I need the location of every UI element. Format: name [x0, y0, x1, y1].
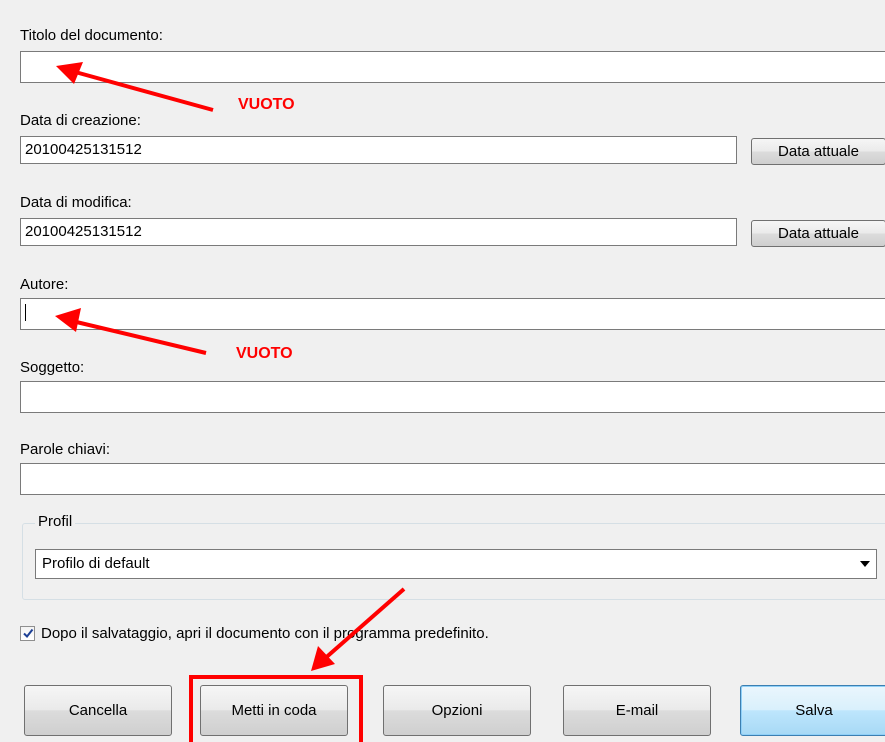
save-button[interactable]: Salva [740, 685, 885, 736]
title-label: Titolo del documento: [20, 27, 163, 44]
modified-current-date-button[interactable]: Data attuale [751, 220, 885, 247]
profile-select[interactable]: Profilo di default [35, 549, 877, 579]
document-properties-dialog: Titolo del documento: Data di creazione:… [0, 0, 885, 742]
options-button[interactable]: Opzioni [383, 685, 531, 736]
author-label: Autore: [20, 276, 69, 293]
creation-current-date-button[interactable]: Data attuale [751, 138, 885, 165]
check-icon [23, 628, 34, 639]
chevron-down-icon[interactable] [860, 561, 870, 567]
open-after-save-label: Dopo il salvataggio, apri il documento c… [41, 625, 489, 642]
open-after-save-checkbox[interactable] [20, 626, 35, 641]
keywords-label: Parole chiavi: [20, 441, 111, 458]
annotation-empty-title: VUOTO [238, 96, 295, 113]
author-input[interactable] [20, 298, 885, 330]
text-caret [25, 303, 26, 321]
queue-button[interactable]: Metti in coda [200, 685, 348, 736]
annotation-empty-author: VUOTO [236, 345, 293, 362]
creation-date-label: Data di creazione: [20, 112, 141, 129]
subject-input[interactable] [20, 381, 885, 413]
cancel-button[interactable]: Cancella [24, 685, 172, 736]
profile-group-label: Profil [35, 513, 76, 530]
profile-select-value: Profilo di default [42, 555, 150, 572]
creation-date-input[interactable]: 20100425131512 [20, 136, 737, 164]
modified-date-input[interactable]: 20100425131512 [20, 218, 737, 246]
subject-label: Soggetto: [20, 359, 85, 376]
title-input[interactable] [20, 51, 885, 83]
modified-date-label: Data di modifica: [20, 194, 132, 211]
email-button[interactable]: E-mail [563, 685, 711, 736]
keywords-input[interactable] [20, 463, 885, 495]
